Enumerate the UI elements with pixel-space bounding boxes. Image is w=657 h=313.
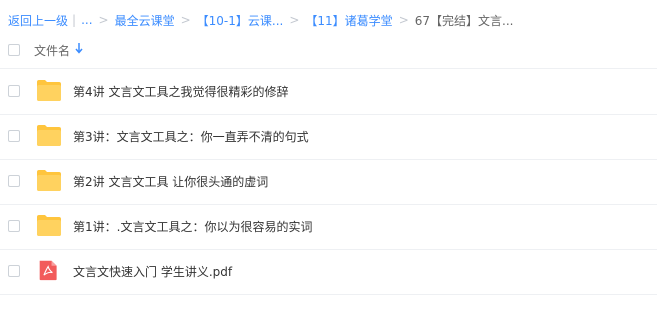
breadcrumb-divider: | [72,13,77,27]
select-all-checkbox[interactable] [8,44,20,56]
breadcrumb-item-2[interactable]: 【10-1】云课... [197,12,284,29]
file-name[interactable]: 第1讲：.文言文工具之：你以为很容易的实词 [73,218,312,235]
chevron-right-icon: > [180,13,191,27]
chevron-right-icon: > [398,13,409,27]
breadcrumb: 返回上一级 | ... > 最全云课堂 > 【10-1】云课... > 【11】… [8,11,513,29]
folder-icon [37,170,61,191]
folder-icon [37,125,61,146]
folder-icon [37,80,61,101]
file-row[interactable]: 文言文快速入门 学生讲义.pdf [0,249,657,295]
column-filename[interactable]: 文件名 [34,42,70,59]
row-checkbox[interactable] [8,220,20,232]
file-row[interactable]: 第1讲：.文言文工具之：你以为很容易的实词 [0,204,657,250]
pdf-file-icon [39,260,57,281]
back-link[interactable]: 返回上一级 [8,12,68,29]
row-checkbox[interactable] [8,265,20,277]
file-name[interactable]: 第3讲：文言文工具之：你一直弄不清的句式 [73,128,309,145]
file-name[interactable]: 第4讲 文言文工具之我觉得很精彩的修辞 [73,83,288,100]
row-checkbox[interactable] [8,130,20,142]
breadcrumb-current: 67【完结】文言... [414,13,514,28]
chevron-right-icon: > [289,13,300,27]
file-name[interactable]: 文言文快速入门 学生讲义.pdf [73,263,232,280]
file-row[interactable]: 第4讲 文言文工具之我觉得很精彩的修辞 [0,69,657,115]
breadcrumb-item-1[interactable]: 最全云课堂 [115,12,175,29]
sort-down-arrow-icon[interactable] [75,41,83,55]
file-row[interactable]: 第2讲 文言文工具 让你很头通的虚词 [0,159,657,205]
file-name[interactable]: 第2讲 文言文工具 让你很头通的虚词 [73,173,268,190]
file-row[interactable]: 第3讲：文言文工具之：你一直弄不清的句式 [0,114,657,160]
row-checkbox[interactable] [8,85,20,97]
breadcrumb-item-3[interactable]: 【11】诸葛学堂 [305,12,392,29]
chevron-right-icon: > [98,13,109,27]
row-checkbox[interactable] [8,175,20,187]
breadcrumb-ellipsis[interactable]: ... [81,13,92,27]
file-list-header: 文件名 [0,32,657,69]
folder-icon [37,215,61,236]
